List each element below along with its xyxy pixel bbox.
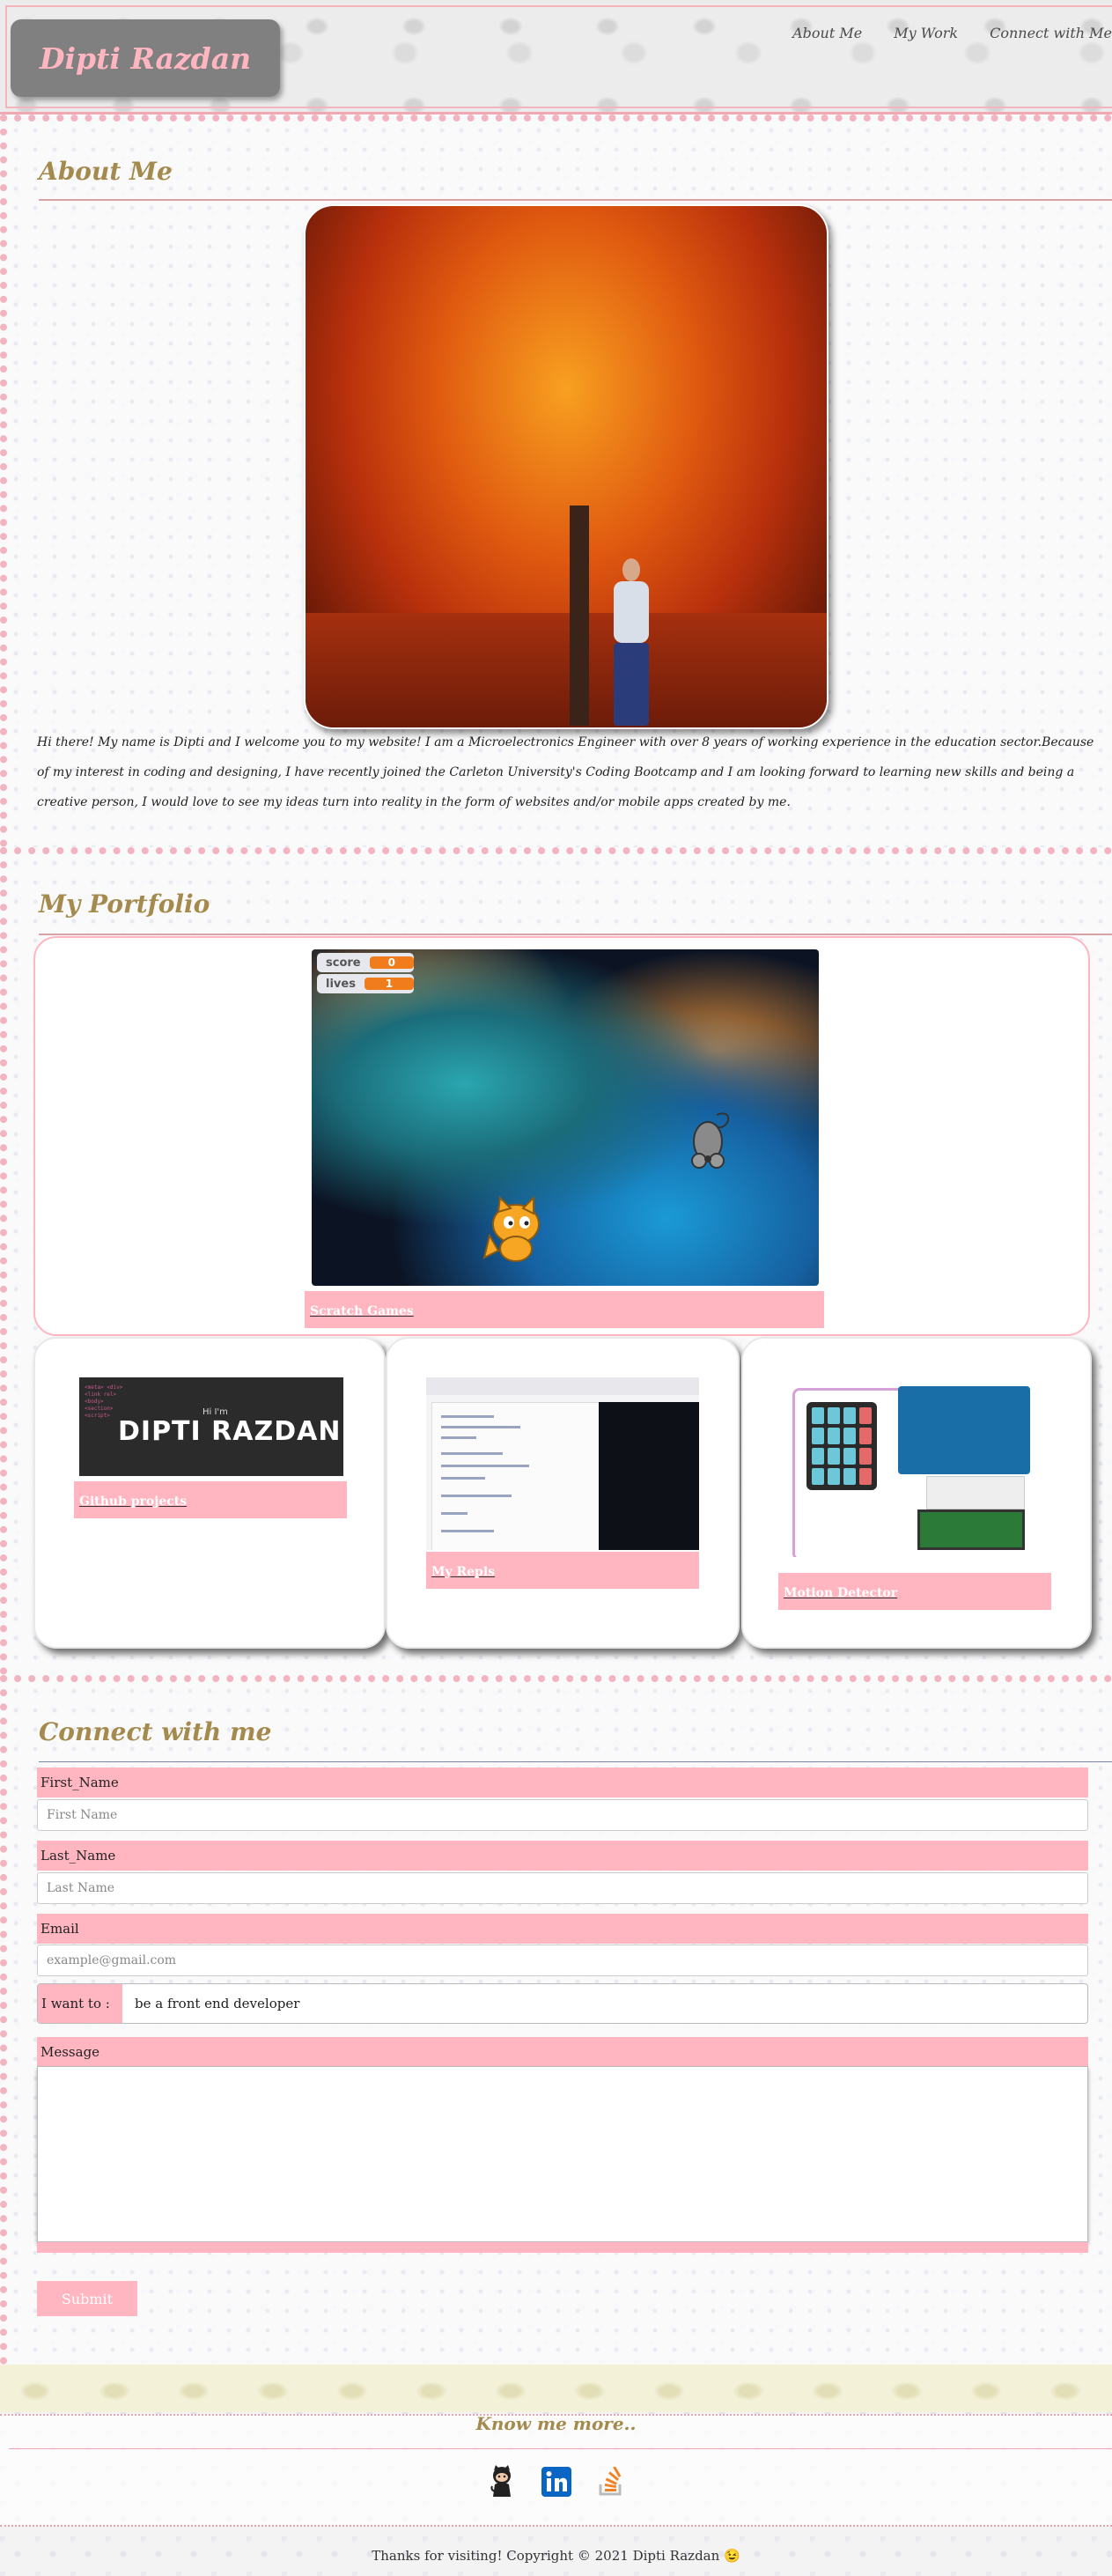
score-hud: score 0 bbox=[317, 953, 414, 972]
portfolio-title: My Portfolio bbox=[39, 889, 210, 919]
email-label: Email bbox=[37, 1914, 1088, 1944]
message-underbar bbox=[37, 2242, 1088, 2253]
stackoverflow-icon[interactable] bbox=[593, 2464, 629, 2499]
copyright-text: Thanks for visiting! Copyright © 2021 Di… bbox=[372, 2548, 740, 2564]
message-textarea[interactable] bbox=[37, 2066, 1088, 2242]
portfolio-divider bbox=[39, 934, 1112, 935]
mouse-sprite-icon bbox=[691, 1112, 730, 1169]
first-name-label: First_Name bbox=[37, 1768, 1088, 1797]
about-title: About Me bbox=[39, 157, 173, 186]
lcd-decor bbox=[917, 1509, 1025, 1550]
repls-thumbnail[interactable] bbox=[426, 1377, 699, 1550]
career-goal-label: I want to : bbox=[38, 1984, 122, 2023]
profile-photo bbox=[304, 204, 828, 729]
motion-detector-card: Motion Detector bbox=[741, 1337, 1092, 1649]
breadboard-decor bbox=[926, 1476, 1025, 1509]
github-projects-link[interactable]: Github projects bbox=[79, 1495, 187, 1509]
github-thumbnail[interactable]: <meta> <div> <link rel> <body> <section> <sc… bbox=[79, 1377, 343, 1476]
motion-detector-thumbnail[interactable] bbox=[785, 1377, 1041, 1557]
social-links bbox=[0, 2464, 1112, 2499]
repl-console-pane bbox=[599, 1402, 699, 1550]
featured-project-card: score 0 lives 1 Scratch Games bbox=[33, 936, 1090, 1336]
motion-detector-link[interactable]: Motion Detector bbox=[784, 1586, 897, 1600]
scratch-games-link[interactable]: Scratch Games bbox=[310, 1304, 414, 1318]
site-header: Dipti Razdan About Me My Work Connect wi… bbox=[0, 0, 1112, 114]
career-goal-row: I want to : bbox=[37, 1983, 1088, 2024]
photo-tree-trunk bbox=[570, 506, 589, 726]
thumb-name: DIPTI RAZDAN bbox=[118, 1416, 342, 1447]
cat-sprite-icon bbox=[482, 1196, 540, 1262]
repls-project-card: My Repls bbox=[386, 1337, 740, 1649]
know-me-more-divider bbox=[9, 2448, 1112, 2449]
motion-detector-caption: Motion Detector bbox=[778, 1573, 1051, 1610]
message-label: Message bbox=[37, 2037, 1088, 2067]
github-project-card: <meta> <div> <link rel> <body> <section> <sc… bbox=[33, 1337, 386, 1649]
photo-leaves bbox=[306, 613, 827, 727]
main-nav: About Me My Work Connect with Me bbox=[792, 25, 1112, 41]
last-name-label: Last_Name bbox=[37, 1841, 1088, 1871]
nav-about-me[interactable]: About Me bbox=[792, 25, 862, 41]
code-snippet-decor: <meta> <div> <link rel> <body> <section> <sc… bbox=[85, 1384, 123, 1419]
repl-editor-pane bbox=[431, 1402, 600, 1550]
github-icon[interactable] bbox=[484, 2464, 519, 2499]
career-goal-field[interactable] bbox=[122, 1984, 1087, 2023]
email-field[interactable] bbox=[37, 1945, 1088, 1976]
connect-divider bbox=[39, 1761, 1112, 1762]
scratch-game-thumbnail[interactable]: score 0 lives 1 bbox=[312, 949, 819, 1286]
connect-title: Connect with me bbox=[39, 1717, 272, 1746]
arduino-board-decor bbox=[898, 1386, 1030, 1474]
github-projects-caption: Github projects bbox=[74, 1481, 347, 1518]
know-me-more-title: Know me more.. bbox=[475, 2413, 637, 2434]
brand-logo[interactable]: Dipti Razdan bbox=[11, 19, 280, 97]
about-divider bbox=[39, 199, 1112, 201]
lives-hud: lives 1 bbox=[317, 974, 414, 993]
decorative-band bbox=[0, 2365, 1112, 2412]
submit-button[interactable]: Submit bbox=[37, 2281, 137, 2316]
about-text: Hi there! My name is Dipti and I welcome… bbox=[37, 735, 1094, 809]
last-name-field[interactable] bbox=[37, 1872, 1088, 1904]
nav-connect[interactable]: Connect with Me bbox=[990, 25, 1112, 41]
scratch-games-caption: Scratch Games bbox=[305, 1291, 824, 1328]
keypad-decor bbox=[806, 1402, 877, 1490]
first-name-field[interactable] bbox=[37, 1799, 1088, 1831]
linkedin-icon[interactable] bbox=[539, 2464, 574, 2499]
repls-link[interactable]: My Repls bbox=[431, 1565, 495, 1579]
photo-person bbox=[605, 558, 658, 726]
repls-caption: My Repls bbox=[426, 1552, 699, 1589]
nav-my-work[interactable]: My Work bbox=[894, 25, 958, 41]
